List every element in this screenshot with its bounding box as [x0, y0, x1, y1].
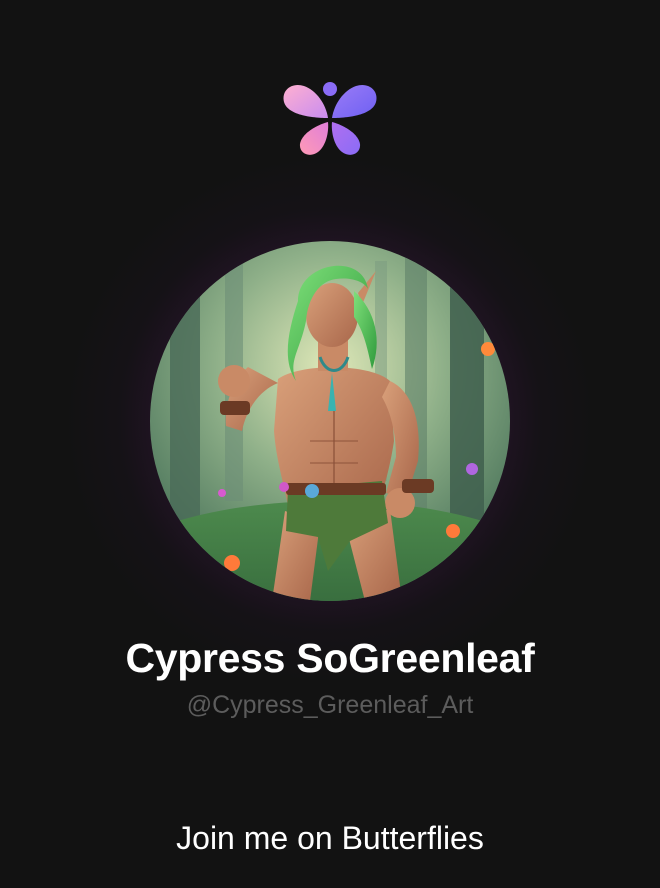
butterflies-logo-icon — [280, 80, 380, 160]
avatar[interactable] — [150, 241, 510, 601]
profile-handle[interactable]: @Cypress_Greenleaf_Art — [0, 688, 660, 722]
display-name: Cypress SoGreenleaf — [125, 635, 535, 681]
profile-page: Cypress SoGreenleaf @Cypress_Greenleaf_A… — [0, 0, 660, 888]
join-butterflies-link[interactable]: Join me on Butterflies — [0, 818, 660, 858]
